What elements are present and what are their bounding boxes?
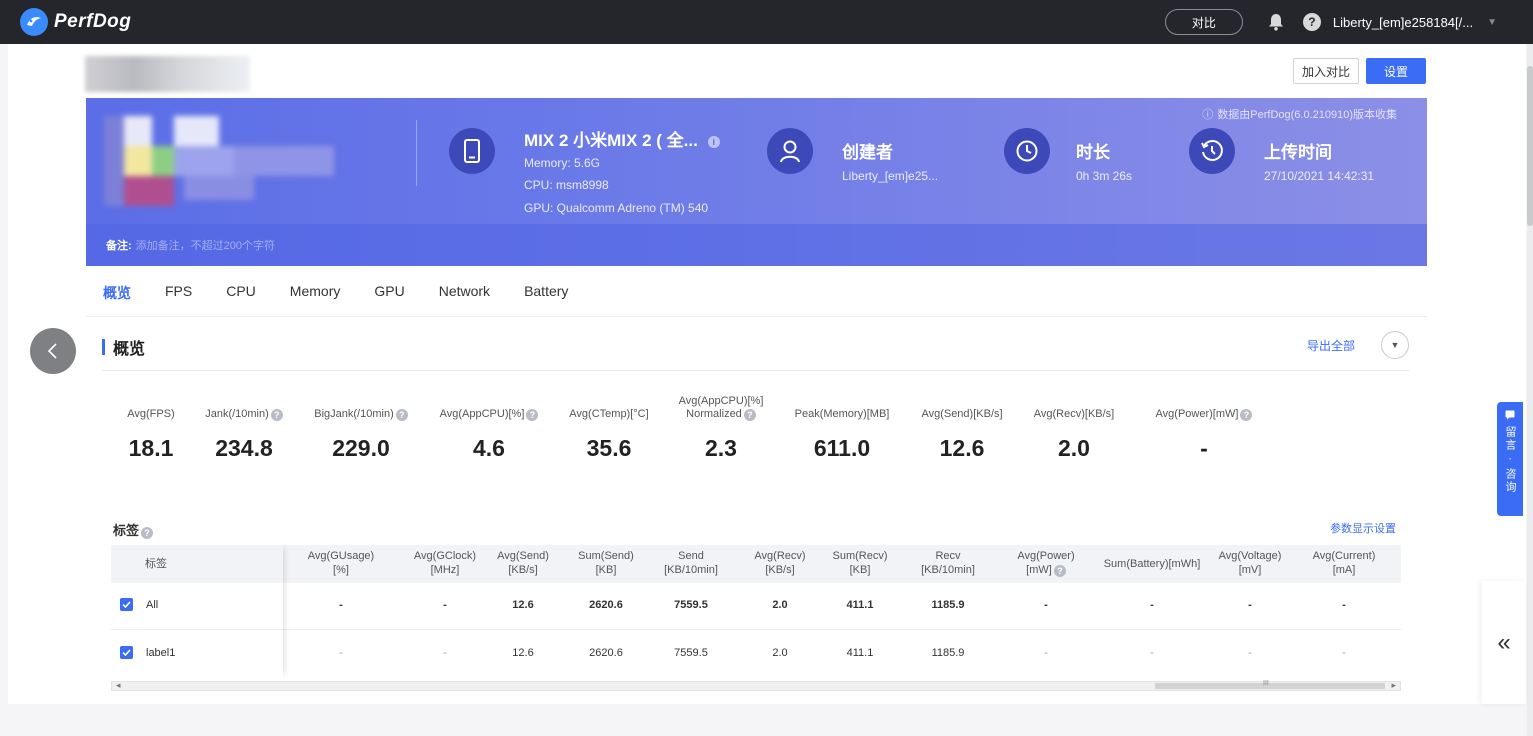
user-name[interactable]: Liberty_[em]e258184[/... [1333, 15, 1473, 30]
param-display-settings-link[interactable]: 参数显示设置 [1330, 520, 1396, 536]
report-banner: ⓘ 数据由PerfDog(6.0.210910)版本收集 MIX 2 小米MIX … [86, 98, 1427, 266]
chat-icon [1505, 410, 1515, 420]
help-icon[interactable]: ? [526, 409, 539, 421]
upload-title: 上传时间 [1264, 143, 1332, 162]
table-row[interactable]: All - - 12.6 2620.6 7559.5 2.0 411.1 118… [111, 583, 1401, 630]
tab-battery[interactable]: Battery [524, 283, 568, 303]
metric-bigjank: BigJank(/10min)? 229.0 [301, 408, 421, 462]
help-icon[interactable]: ? [743, 409, 756, 421]
metric-peak-memory: Peak(Memory)[MB] 611.0 [794, 408, 890, 461]
table-row[interactable]: label1 - - 12.6 2620.6 7559.5 2.0 411.1 … [111, 631, 1401, 677]
duration-value: 0h 3m 26s [1076, 169, 1133, 183]
column-header-avg-send[interactable]: Avg(Send) [KB/s] [483, 549, 563, 577]
metric-avg-fps: Avg(FPS) 18.1 [127, 408, 175, 461]
help-icon[interactable]: ? [1053, 565, 1066, 577]
help-icon[interactable]: ? [1240, 409, 1253, 421]
phone-icon [449, 128, 495, 174]
column-header-gclock[interactable]: Avg(GClock) [MHz] [395, 549, 495, 577]
clock-icon [1004, 128, 1050, 174]
app-name: PerfDog [54, 11, 132, 32]
tab-memory[interactable]: Memory [290, 283, 341, 303]
column-header-avg-voltage[interactable]: Avg(Voltage) [mV] [1208, 549, 1292, 577]
tab-fps[interactable]: FPS [165, 283, 192, 303]
creator-title: 创建者 [842, 143, 893, 162]
metric-avg-send: Avg(Send)[KB/s] 12.6 [921, 408, 1003, 461]
report-title-redacted [85, 56, 250, 92]
overview-card: 概览 导出全部 ▼ Avg(FPS) 18.1 Jank(/10min)? 23… [86, 316, 1427, 704]
table-scrollbar-thumb[interactable]: III [1155, 680, 1385, 689]
scroll-left-arrow-icon[interactable]: ◂ [116, 680, 121, 691]
tab-gpu[interactable]: GPU [374, 283, 404, 303]
heading-accent [102, 339, 105, 355]
history-icon [1189, 128, 1235, 174]
add-compare-button[interactable]: 加入对比 [1293, 58, 1359, 84]
info-icon[interactable]: i [707, 135, 720, 148]
compare-button[interactable]: 对比 [1164, 9, 1243, 35]
help-icon[interactable]: ? [395, 409, 408, 421]
help-icon[interactable]: ? [270, 409, 283, 421]
note-input[interactable]: 添加备注，不超过200个字符 [136, 237, 275, 253]
feedback-label: 留言 · 咨询 [1504, 426, 1516, 494]
export-all-link[interactable]: 导出全部 [1307, 337, 1355, 354]
frozen-column-shadow [111, 545, 283, 677]
metric-avg-appcpu: Avg(AppCPU)[%]? 4.6 [429, 408, 549, 462]
top-bar: PerfDog 对比 ? Liberty_[em]e258184[/... ▼ [0, 0, 1533, 44]
page-scrollbar-thumb[interactable] [1527, 66, 1533, 226]
metric-avg-recv: Avg(Recv)[KB/s] 2.0 [1033, 408, 1115, 461]
column-header-sum-send[interactable]: Sum(Send) [KB] [566, 549, 646, 577]
perfdog-logo-icon [20, 8, 48, 36]
collect-note: ⓘ 数据由PerfDog(6.0.210910)版本收集 [1202, 109, 1397, 121]
table-header: 标签 Avg(GUsage) [%] Avg(GClock) [MHz] Avg(S… [111, 545, 1401, 583]
device-memory: Memory: 5.6G [524, 156, 601, 170]
side-collapse-panel[interactable]: « [1482, 581, 1526, 704]
device-cpu: CPU: msm8998 [524, 178, 609, 192]
column-header-avg-recv[interactable]: Avg(Recv) [KB/s] [740, 549, 820, 577]
tab-bar: 概览 FPS CPU Memory GPU Network Battery [103, 283, 602, 303]
metric-appcpu-normalized: Avg(AppCPU)[%] Normalized? 2.3 [678, 395, 764, 461]
caret-down-icon[interactable]: ▼ [1487, 17, 1497, 28]
device-name: MIX 2 小米MIX 2 ( 全... i [524, 126, 720, 151]
upload-value: 27/10/2021 14:42:31 [1264, 169, 1375, 183]
column-header-sum-battery[interactable]: Sum(Battery)[mWh] [1096, 557, 1208, 571]
note-label: 备注: [106, 240, 132, 252]
column-header-avg-current[interactable]: Avg(Current) [mA] [1299, 549, 1389, 577]
app-logo[interactable]: PerfDog [20, 8, 131, 36]
chevron-left-icon[interactable] [30, 328, 76, 374]
tab-overview[interactable]: 概览 [103, 283, 131, 303]
tab-cpu[interactable]: CPU [226, 283, 256, 303]
device-gpu: GPU: Qualcomm Adreno (TM) 540 [524, 201, 709, 215]
feedback-tab[interactable]: 留言 · 咨询 [1497, 402, 1523, 516]
help-icon[interactable]: ? [141, 527, 154, 539]
banner-divider [416, 120, 417, 186]
scroll-right-arrow-icon[interactable]: ▸ [1391, 680, 1396, 691]
app-icon-redacted [104, 116, 334, 206]
duration-title: 时长 [1076, 143, 1110, 162]
note-bar[interactable]: 备注: 添加备注，不超过200个字符 [86, 224, 1427, 266]
table-horizontal-scrollbar[interactable]: ◂ III ▸ [111, 680, 1401, 691]
column-header-avg-power[interactable]: Avg(Power) [mW]? [1001, 549, 1091, 577]
tab-network[interactable]: Network [439, 283, 490, 303]
column-header-gusage[interactable]: Avg(GUsage) [%] [291, 549, 391, 577]
help-icon[interactable]: ? [1302, 13, 1321, 31]
user-icon [767, 128, 813, 174]
overview-title: 概览 [113, 341, 146, 358]
tags-title: 标签? [113, 520, 154, 539]
creator-value: Liberty_[em]e25... [842, 169, 939, 183]
bell-icon[interactable] [1265, 11, 1287, 33]
tags-table: 标签 Avg(GUsage) [%] Avg(GClock) [MHz] Avg(S… [111, 545, 1401, 677]
column-header-recv-10min[interactable]: Recv [KB/10min] [902, 549, 994, 577]
settings-button[interactable]: 设置 [1366, 58, 1426, 84]
metric-avg-ctemp: Avg(CTemp)[°C] 35.6 [569, 408, 649, 461]
chevron-down-icon[interactable]: ▼ [1381, 331, 1409, 359]
divider [102, 370, 1409, 371]
metric-jank: Jank(/10min)? 234.8 [194, 408, 294, 462]
double-chevron-left-icon[interactable]: « [1497, 629, 1510, 657]
overview-heading: 概览 [102, 335, 145, 359]
column-header-send-10min[interactable]: Send [KB/10min] [646, 549, 736, 577]
metric-avg-power: Avg(Power)[mW]? - [1134, 408, 1274, 462]
page-scrollbar[interactable] [1527, 44, 1533, 736]
column-header-sum-recv[interactable]: Sum(Recv) [KB] [820, 549, 900, 577]
